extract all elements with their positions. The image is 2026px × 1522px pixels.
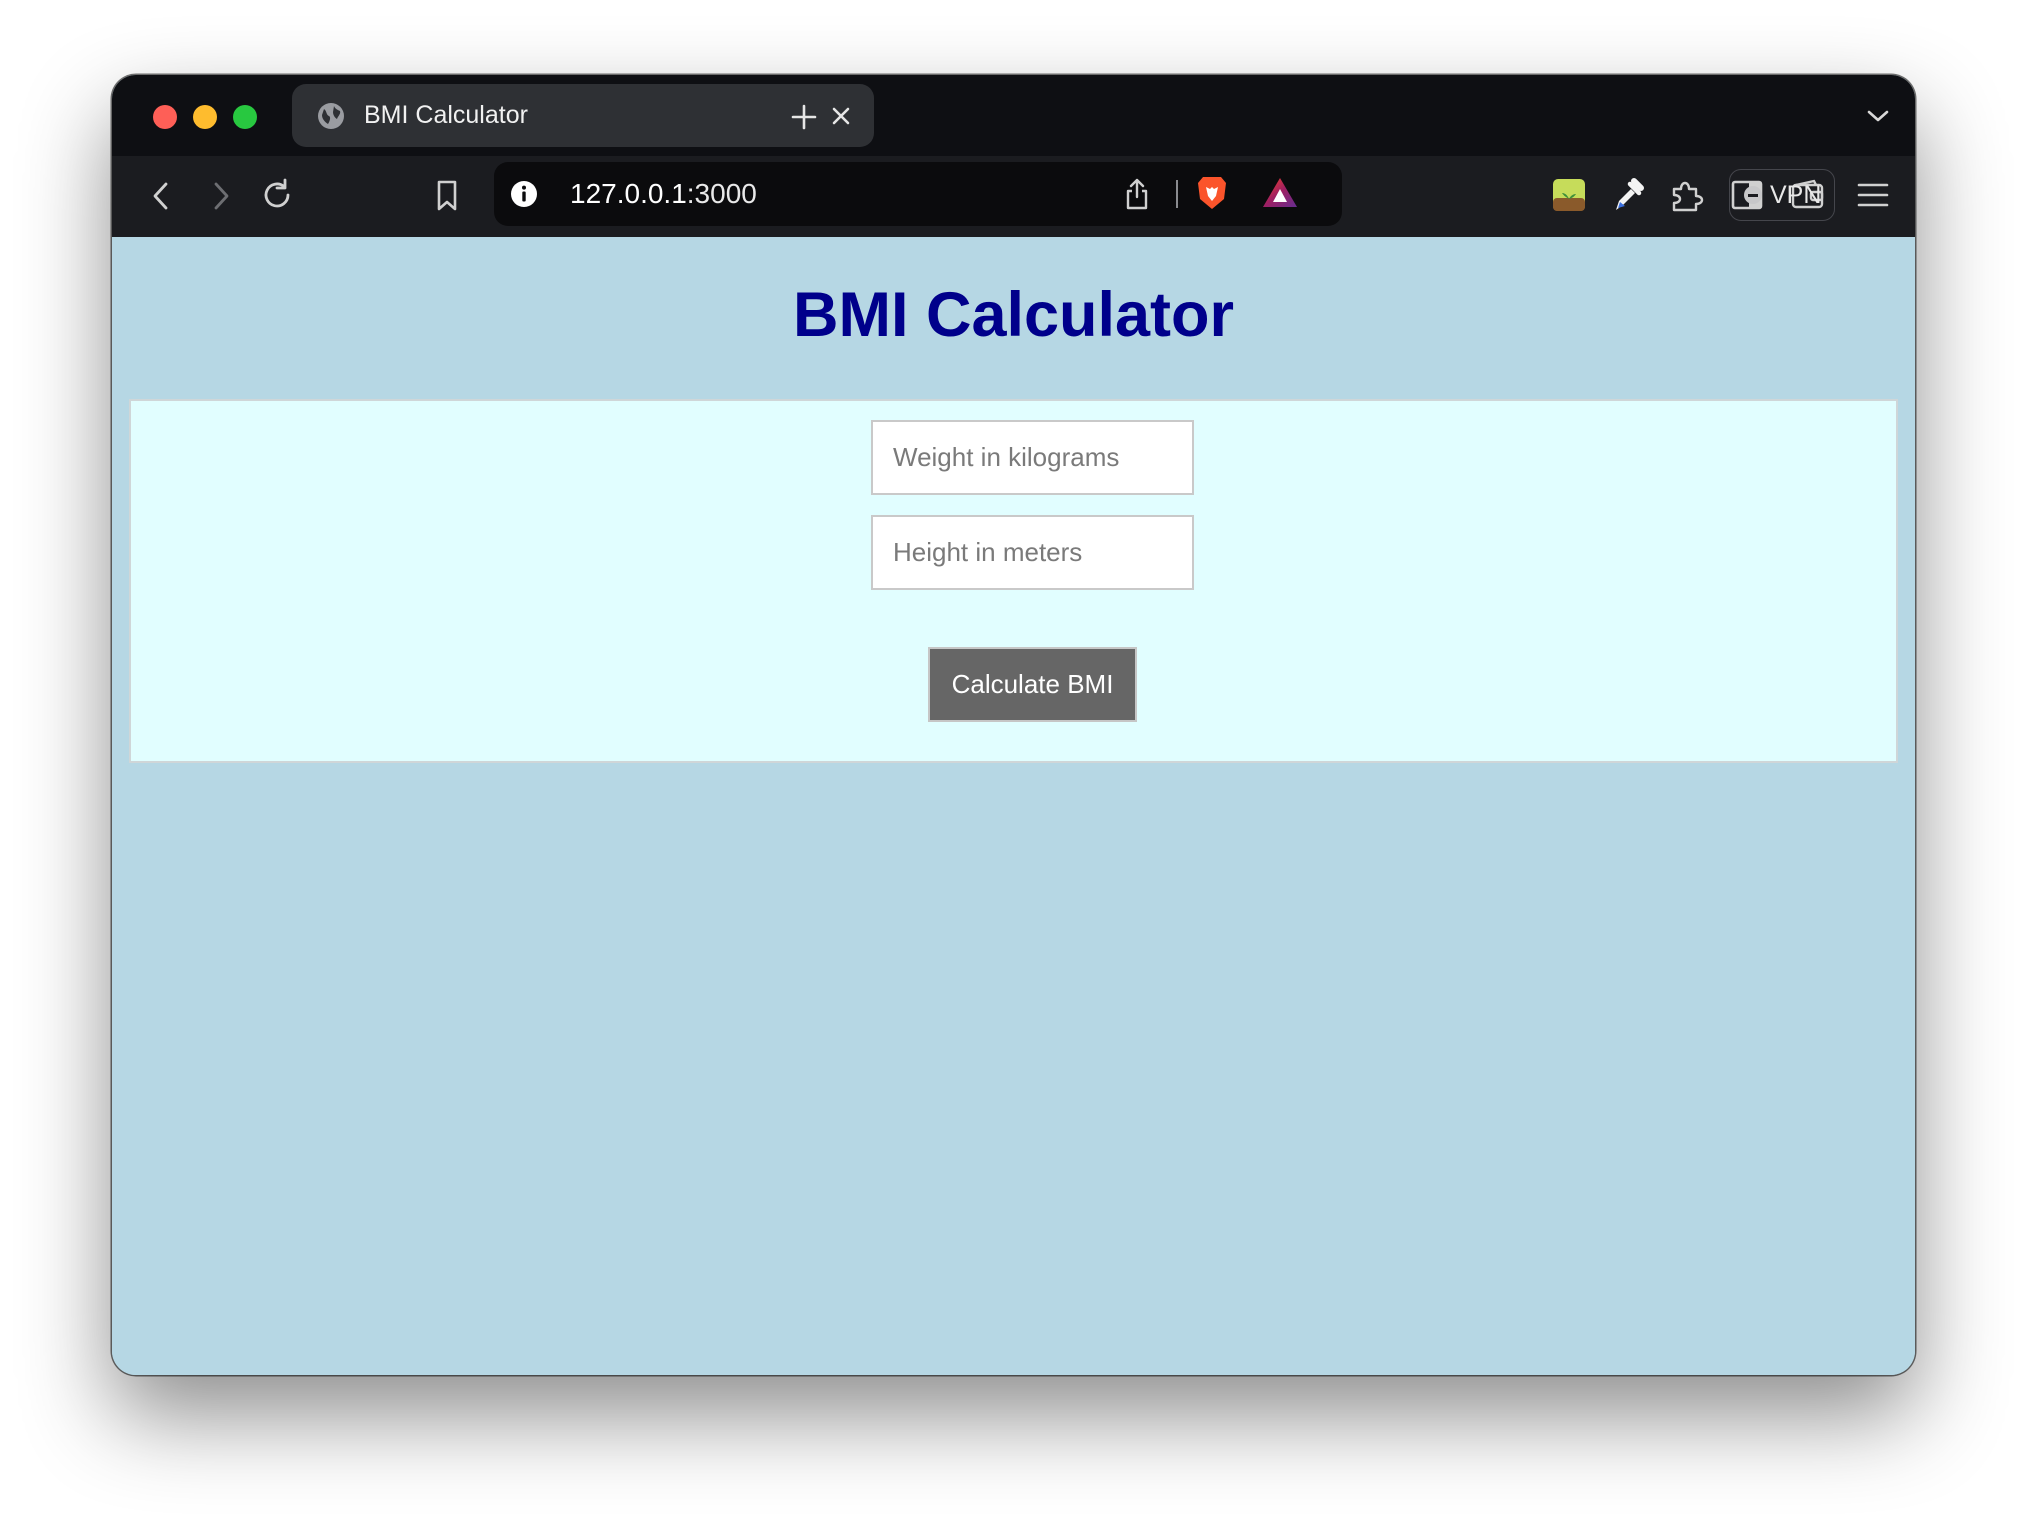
vpn-status-icon (1744, 186, 1762, 204)
close-tab-icon[interactable] (828, 103, 854, 129)
maximize-window-button[interactable] (233, 105, 257, 129)
hamburger-menu-icon[interactable] (1856, 180, 1890, 210)
tab-title: BMI Calculator (364, 101, 528, 129)
forward-icon[interactable] (206, 178, 236, 214)
brave-shields-icon[interactable] (1195, 174, 1229, 212)
tab-bmi-calculator[interactable]: BMI Calculator (292, 84, 874, 147)
weight-input[interactable] (871, 420, 1194, 495)
bmi-form-card: Calculate BMI (129, 399, 1898, 763)
bookmark-icon[interactable] (433, 178, 461, 214)
reload-icon[interactable] (258, 176, 296, 214)
browser-window: BMI Calculator 127.0.0.1:3000 VPN BMI Ca… (112, 75, 1915, 1375)
back-icon[interactable] (146, 178, 176, 214)
calculate-bmi-button[interactable]: Calculate BMI (928, 647, 1137, 722)
browser-toolbar: 127.0.0.1:3000 VPN (112, 156, 1915, 237)
brave-rewards-icon[interactable] (1261, 176, 1299, 210)
minimize-window-button[interactable] (193, 105, 217, 129)
vpn-button[interactable]: VPN (1729, 169, 1835, 221)
page-title: BMI Calculator (792, 280, 1235, 350)
close-window-button[interactable] (153, 105, 177, 129)
page-viewport: BMI Calculator Calculate BMI (112, 237, 1915, 1375)
color-picker-icon[interactable] (1609, 176, 1645, 214)
share-icon[interactable] (1122, 177, 1152, 211)
height-input[interactable] (871, 515, 1194, 590)
globe-icon (318, 103, 344, 129)
address-bar[interactable]: 127.0.0.1:3000 (494, 162, 1342, 226)
vpn-label: VPN (1770, 181, 1822, 209)
new-tab-icon[interactable] (788, 101, 820, 133)
url-text[interactable]: 127.0.0.1:3000 (570, 162, 757, 226)
chevron-down-icon[interactable] (1865, 105, 1891, 127)
tab-strip: BMI Calculator (112, 75, 1915, 156)
omnibox-divider (1176, 180, 1178, 208)
extensions-puzzle-icon[interactable] (1668, 176, 1706, 214)
plant-extension-icon[interactable] (1552, 178, 1586, 212)
site-info-icon[interactable] (510, 180, 538, 208)
